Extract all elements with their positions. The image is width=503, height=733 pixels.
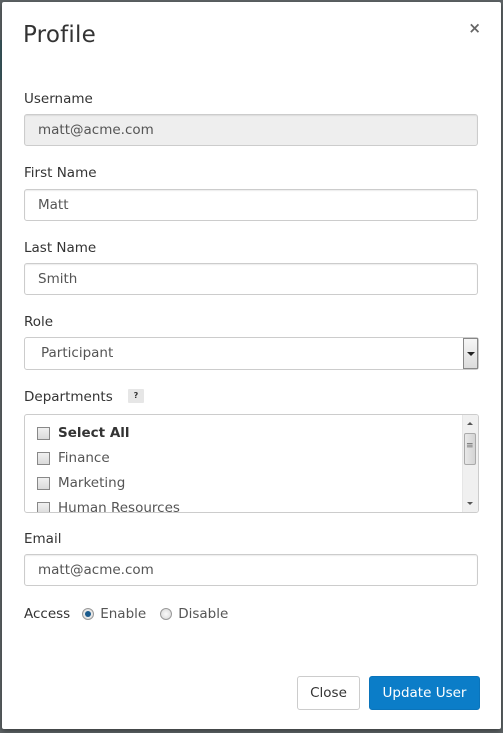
- first-name-field[interactable]: Matt: [24, 189, 478, 221]
- enable-label: Enable: [100, 606, 147, 622]
- checkbox[interactable]: [37, 501, 50, 512]
- username-field[interactable]: matt@acme.com: [24, 114, 478, 146]
- departments-scrollbar[interactable]: [462, 415, 478, 512]
- departments-list: Select All Finance Marketing Human Resou…: [24, 414, 479, 513]
- access-label: Access: [24, 606, 71, 622]
- access-enable-option[interactable]: Enable: [82, 606, 146, 622]
- checkbox[interactable]: [37, 476, 50, 490]
- department-label: Marketing: [58, 475, 126, 491]
- checkbox[interactable]: [37, 426, 50, 440]
- username-label: Username: [24, 91, 93, 107]
- last-name-field[interactable]: Smith: [24, 263, 478, 295]
- department-label: Human Resources: [58, 500, 180, 513]
- department-item-select-all[interactable]: Select All: [37, 423, 130, 443]
- first-name-label: First Name: [24, 165, 97, 181]
- access-disable-option[interactable]: Disable: [160, 606, 228, 622]
- profile-modal: Profile × Username matt@acme.com First N…: [2, 2, 501, 729]
- scroll-down-icon[interactable]: [467, 502, 473, 505]
- close-icon[interactable]: ×: [468, 19, 481, 37]
- radio-disable[interactable]: [160, 608, 173, 620]
- scroll-thumb[interactable]: [464, 433, 476, 465]
- modal-title: Profile: [23, 22, 96, 48]
- role-selected-value: Participant: [41, 345, 114, 361]
- departments-label: Departments: [24, 389, 113, 405]
- email-field[interactable]: matt@acme.com: [24, 554, 478, 586]
- update-user-button[interactable]: Update User: [369, 676, 480, 710]
- access-row: Access Enable Disable: [24, 606, 242, 622]
- help-icon[interactable]: ?: [128, 389, 144, 403]
- email-label: Email: [24, 531, 62, 547]
- chevron-down-icon[interactable]: [463, 338, 478, 369]
- department-label: Finance: [58, 450, 110, 466]
- role-label: Role: [24, 314, 54, 330]
- department-label: Select All: [58, 425, 130, 441]
- scroll-up-icon[interactable]: [467, 422, 473, 425]
- role-select[interactable]: Participant: [24, 337, 479, 370]
- close-button[interactable]: Close: [297, 676, 360, 710]
- radio-enable[interactable]: [82, 608, 95, 620]
- disable-label: Disable: [178, 606, 229, 622]
- department-item[interactable]: Human Resources: [37, 498, 180, 513]
- checkbox[interactable]: [37, 451, 50, 465]
- department-item[interactable]: Finance: [37, 448, 110, 468]
- last-name-label: Last Name: [24, 240, 97, 256]
- department-item[interactable]: Marketing: [37, 473, 125, 493]
